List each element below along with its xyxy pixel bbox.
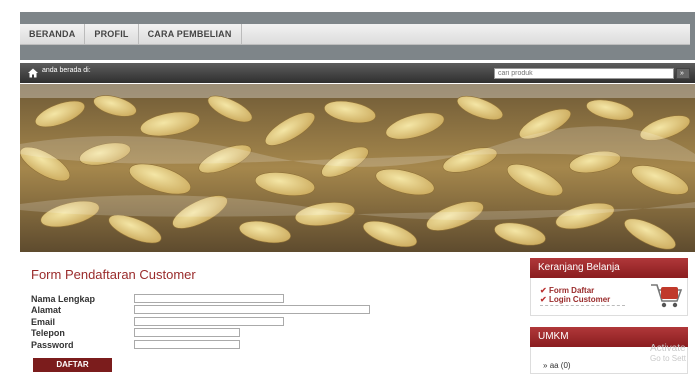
nav-item-beranda[interactable]: BERANDA: [20, 24, 86, 44]
label-nama-lengkap: Nama Lengkap: [31, 294, 96, 304]
cart-panel-title: Keranjang Belanja: [530, 258, 688, 278]
page-title: Form Pendaftaran Customer: [31, 267, 196, 282]
home-icon[interactable]: [28, 68, 38, 78]
watermark-line2: Go to Sett: [650, 354, 687, 363]
search-input[interactable]: [494, 68, 674, 79]
umkm-item[interactable]: » aa (0): [543, 361, 571, 370]
search-arrow-icon: »: [680, 70, 684, 77]
search-button[interactable]: »: [676, 68, 690, 79]
form-daftar-link[interactable]: ✔ Form Daftar: [540, 286, 594, 295]
shopping-cart-icon: [651, 284, 683, 308]
double-chevron-icon: »: [543, 361, 548, 370]
telepon-input[interactable]: [134, 328, 240, 337]
alamat-input[interactable]: [134, 305, 370, 314]
label-email: Email: [31, 317, 56, 327]
breadcrumb-label: anda berada di:: [42, 67, 91, 74]
hero-banner: [20, 84, 695, 252]
cart-divider: [540, 305, 625, 306]
nav-item-cara-pembelian[interactable]: CARA PEMBELIAN: [139, 24, 242, 44]
check-icon: ✔: [540, 286, 547, 295]
check-icon: ✔: [540, 295, 547, 304]
main-nav: BERANDA PROFIL CARA PEMBELIAN: [20, 24, 690, 45]
watermark-line1: Activate: [650, 343, 686, 354]
login-customer-link[interactable]: ✔ Login Customer: [540, 295, 610, 304]
label-telepon: Telepon: [31, 328, 65, 338]
label-alamat: Alamat: [31, 305, 62, 315]
email-input[interactable]: [134, 317, 284, 326]
nav-item-profil[interactable]: PROFIL: [85, 24, 139, 44]
cart-panel: ✔ Form Daftar ✔ Login Customer: [530, 278, 688, 316]
password-input[interactable]: [134, 340, 240, 349]
label-password: Password: [31, 340, 74, 350]
banner-image: [20, 84, 695, 252]
daftar-button[interactable]: DAFTAR: [33, 358, 112, 372]
nama-lengkap-input[interactable]: [134, 294, 284, 303]
